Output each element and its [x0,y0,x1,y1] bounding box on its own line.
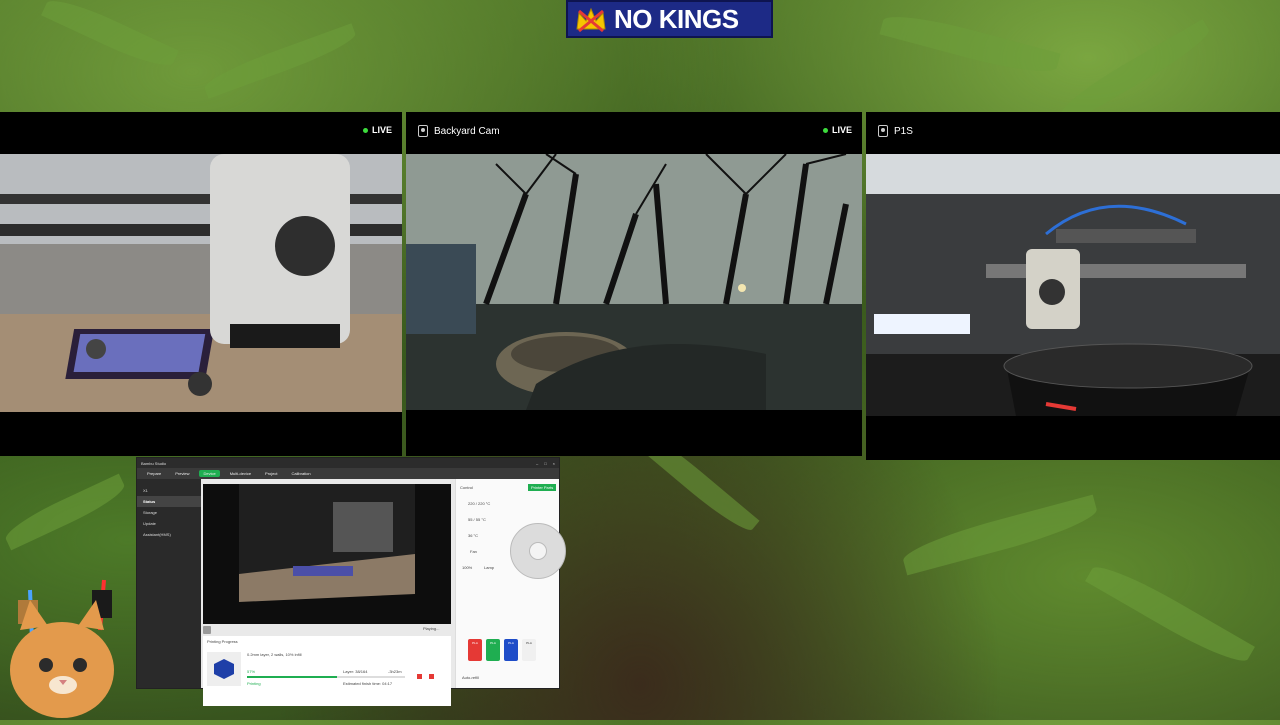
progress-percent: 57% [247,669,256,674]
tab-prepare[interactable]: Prepare [143,470,165,477]
live-dot-icon [362,127,368,133]
progress-fill [247,676,338,678]
leaf-decoration [899,494,1101,576]
p1s-cam-panel: P1S [866,112,1280,460]
leaf-decoration [1,473,129,551]
tab-calibration[interactable]: Calibration [288,470,315,477]
pause-button[interactable] [417,674,422,679]
cam-feed [866,154,1280,416]
live-dot-icon [822,127,828,133]
axis-jog-control[interactable] [510,523,566,579]
video-status: Playing... [423,626,440,631]
live-badge: LIVE [822,125,852,135]
nozzle-temp[interactable]: 220 / 220 °C [468,501,490,506]
ams-slot-1[interactable]: PLA [468,639,482,661]
leaf-decoration [41,0,179,75]
ams-slot-label: PLA [526,641,532,645]
cam-header: P1S [866,112,1280,150]
studio-titlebar: Bambu Studio – □ × [137,458,559,468]
model-thumbnail [207,652,241,686]
sidebar-item-update[interactable]: Update [137,518,201,529]
leaf-decoration [1085,556,1255,672]
studio-tabbar: Prepare Preview Device Multi-device Proj… [137,468,559,479]
ams-slot-label: PLA [490,641,496,645]
layer-count: Layer: 38/164 [343,669,368,674]
device-sidebar: X1 Status Storage Update Assistant(HMS) [137,479,201,688]
ams-slot-label: PLA [472,641,478,645]
live-label: LIVE [831,125,852,135]
sidebar-item-status[interactable]: Status [137,496,201,507]
printer-video[interactable] [203,484,451,624]
sidebar-item-storage[interactable]: Storage [137,507,201,518]
banner-text: NO KINGS [614,3,739,34]
cam-title: P1S [894,125,913,137]
tab-preview[interactable]: Preview [171,470,193,477]
studio-body: X1 Status Storage Update Assistant(HMS) … [137,479,566,706]
tab-multi-device[interactable]: Multi-device [226,470,255,477]
minimize-button[interactable]: – [536,461,538,466]
cat-sticker [0,570,136,720]
print-state: Printing [247,681,261,686]
no-kings-banner: NO KINGS [566,0,773,38]
leaf-decoration [879,7,1061,81]
window-title: Bambu Studio [141,460,167,466]
lamp-toggle[interactable]: Lamp [484,565,494,570]
device-main: Playing... Printing Progress 0.2mm layer… [201,479,566,706]
cam-feed [0,154,402,412]
bed-temp[interactable]: 55 / 55 °C [468,517,486,522]
speed-value[interactable]: 100% [462,565,472,570]
backyard-cam-panel: Backyard Cam LIVE [406,112,862,456]
sidebar-item-assistant[interactable]: Assistant(HMS) [137,529,201,540]
cam-header: Backyard Cam LIVE [406,112,862,150]
camera-toggle-icon[interactable] [203,626,211,634]
leaf-decoration [201,23,359,99]
job-name: 0.2mm layer, 2 walls, 10% infill [247,652,302,657]
fan-label[interactable]: Fan [470,549,477,554]
maximize-button[interactable]: □ [544,461,546,466]
close-button[interactable]: × [553,461,555,466]
printing-progress-card: Printing Progress 0.2mm layer, 2 walls, … [203,636,451,706]
finish-time: Estimated finish time: 04:17 [343,681,393,686]
printer-parts-button[interactable]: Printer Parts [528,484,557,491]
ams-slot-3[interactable]: PLA [504,639,518,661]
printer-cam-panel-left: LIVE [0,112,402,456]
bambu-studio-window: Bambu Studio – □ × Prepare Preview Devic… [136,457,566,706]
crown-icon [568,2,614,36]
cam-header: LIVE [0,112,402,150]
cam-feed [406,154,862,410]
time-left: -3h23m [388,669,402,674]
tab-device[interactable]: Device [199,470,220,477]
ams-slot-2[interactable]: PLA [486,639,500,661]
tab-project[interactable]: Project [261,470,281,477]
chamber-temp: 36 °C [468,533,479,538]
stop-button[interactable] [429,674,434,679]
ams-slot-label: PLA [508,641,514,645]
progress-bar [247,676,405,678]
live-badge: LIVE [362,125,392,135]
camera-icon [418,125,428,137]
control-label: Control [460,485,473,490]
leaf-decoration [1055,19,1215,125]
control-panel: Control Printer Parts 220 / 220 °C 55 / … [455,479,566,688]
printer-selector[interactable]: X1 [137,485,201,496]
camera-icon [878,125,888,137]
ams-slot-4[interactable]: PLA [522,639,536,661]
auto-refill-label[interactable]: Auto-refill [462,675,479,680]
cam-title: Backyard Cam [434,125,500,137]
progress-header: Printing Progress [207,639,238,644]
live-label: LIVE [371,125,392,135]
